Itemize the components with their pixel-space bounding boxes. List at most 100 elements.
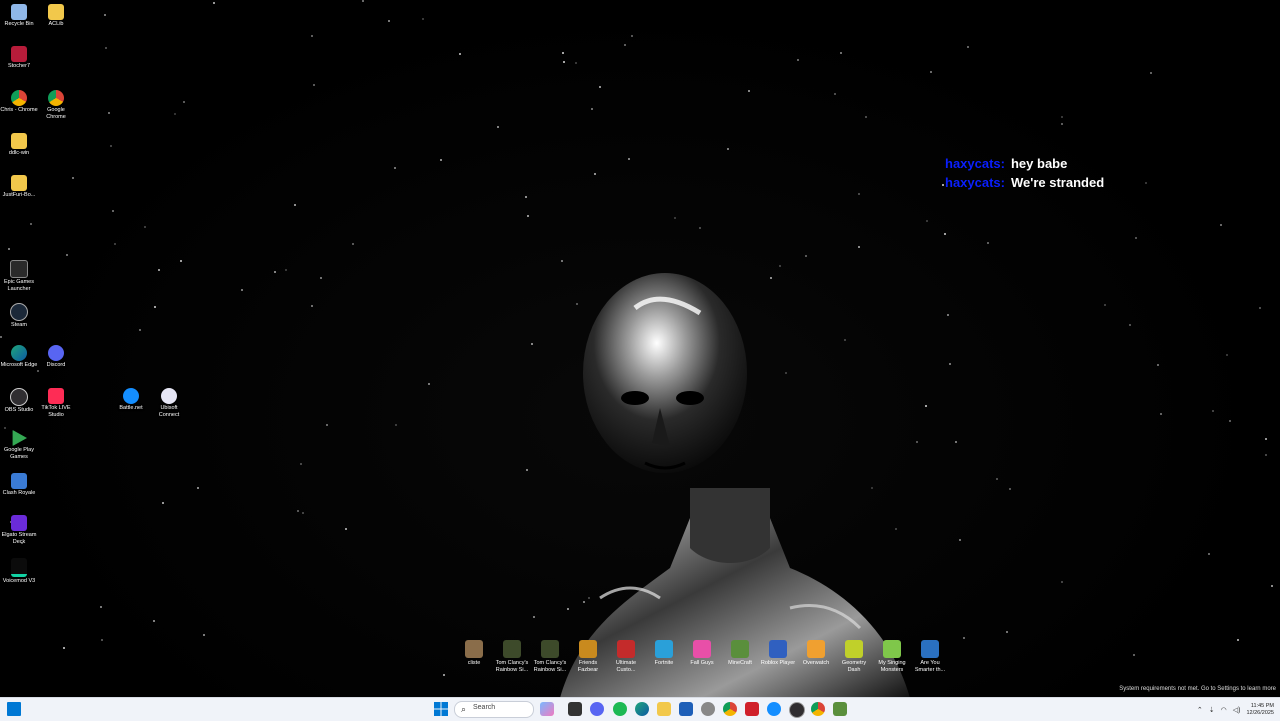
star <box>1104 304 1106 306</box>
volume-icon[interactable]: ◁) <box>1233 706 1241 714</box>
game-icon <box>883 640 901 658</box>
dock-shortcut[interactable]: Tom Clancy's Rainbow Si... <box>532 640 568 678</box>
star <box>302 512 304 514</box>
dock-shortcut[interactable]: Geometry Dash <box>836 640 872 678</box>
folder-icon <box>48 4 64 20</box>
game-icon <box>503 640 521 658</box>
search-icon: ⌕ <box>461 704 467 714</box>
star <box>203 634 205 636</box>
dock-shortcut[interactable]: Roblox Player <box>760 640 796 678</box>
show-desktop-widget-icon[interactable] <box>7 702 21 716</box>
chrome-taskbar-icon[interactable] <box>723 702 737 716</box>
dock-shortcut[interactable]: Overwatch <box>798 640 834 678</box>
star <box>4 427 6 429</box>
star <box>1135 237 1137 239</box>
star <box>311 35 313 37</box>
voicemod-icon <box>11 558 27 577</box>
desktop-icon-discord[interactable]: Discord <box>37 345 75 369</box>
star <box>1145 182 1147 184</box>
dock-shortcut[interactable]: Fortnite <box>646 640 682 678</box>
obs-icon <box>10 388 28 406</box>
obs-taskbar-icon[interactable] <box>789 702 805 718</box>
desktop-icon-justfuri[interactable]: JustFuri-Bo... <box>0 175 38 199</box>
game-icon <box>579 640 597 658</box>
system-tray: ⌃ ⇣ ◠ ◁) 11:45 PM 12/26/2025 <box>1197 700 1274 719</box>
file-explorer-icon[interactable] <box>657 702 671 716</box>
star <box>949 363 951 365</box>
star <box>527 215 529 217</box>
adobe-icon[interactable] <box>745 702 759 716</box>
desktop-icon-ubisoft[interactable]: Ubisoft Connect <box>150 388 188 419</box>
desktop-icon-chris-chrome[interactable]: Chris - Chrome <box>0 90 38 114</box>
dock-shortcut[interactable]: MineCraft <box>722 640 758 678</box>
desktop-icon-google-chrome[interactable]: Google Chrome <box>37 90 75 121</box>
star <box>104 14 106 16</box>
star <box>1229 420 1231 422</box>
dock-shortcut[interactable]: Are You Smarter th... <box>912 640 948 678</box>
discord-icon <box>48 345 64 361</box>
star <box>561 260 563 262</box>
star <box>144 226 146 228</box>
dock-shortcut[interactable]: Friends Fazbear <box>570 640 606 678</box>
star <box>352 243 354 245</box>
star <box>805 255 807 257</box>
windows-start-icon[interactable] <box>434 702 448 716</box>
wifi-icon[interactable]: ◠ <box>1221 706 1227 714</box>
star <box>158 269 160 271</box>
minecraft-taskbar-icon[interactable] <box>833 702 847 716</box>
star <box>1271 585 1273 587</box>
desktop-icon-google-play-games[interactable]: Google Play Games <box>0 430 38 461</box>
desktop-icon-obs[interactable]: OBS Studio <box>0 388 38 414</box>
discord-taskbar-icon[interactable] <box>590 702 604 716</box>
task-view-icon[interactable] <box>568 702 582 716</box>
taskbar-search[interactable]: ⌕ Search <box>454 701 534 718</box>
desktop: Recycle Bin ACLib Stocher7 Chris - Chrom… <box>0 0 1280 697</box>
dock-shortcut[interactable]: My Singing Monsters <box>874 640 910 678</box>
chat-username: haxycats: <box>945 156 1005 171</box>
game-icon <box>731 640 749 658</box>
folder-icon <box>11 133 27 149</box>
chrome-profile-taskbar-icon[interactable] <box>811 702 825 716</box>
epic-icon <box>10 260 28 278</box>
clock[interactable]: 11:45 PM 12/26/2025 <box>1246 703 1274 717</box>
edge-taskbar-icon[interactable] <box>635 702 649 716</box>
star <box>440 159 442 161</box>
desktop-icon-edge[interactable]: Microsoft Edge <box>0 345 38 369</box>
desktop-icon-aclib[interactable]: ACLib <box>37 4 75 28</box>
desktop-icon-voicemod[interactable]: Voicemod V3 <box>0 558 38 585</box>
star <box>0 336 2 338</box>
dock-shortcut[interactable]: Tom Clancy's Rainbow Si... <box>494 640 530 678</box>
desktop-icon-tiktok-live[interactable]: TikTok LIVE Studio <box>37 388 75 419</box>
star <box>944 233 946 235</box>
desktop-icon-clash-royale[interactable]: Clash Royale <box>0 473 38 497</box>
dock-shortcut[interactable]: Ultimate Custo... <box>608 640 644 678</box>
game-icon <box>693 640 711 658</box>
chevron-up-icon[interactable]: ⌃ <box>1197 706 1203 714</box>
desktop-icon-epic-games[interactable]: Epic Games Launcher <box>0 260 38 293</box>
star <box>865 116 867 118</box>
recycle-bin-icon <box>11 4 27 20</box>
desktop-icon-recycle-bin[interactable]: Recycle Bin <box>0 4 38 28</box>
download-icon[interactable]: ⇣ <box>1209 706 1215 714</box>
copilot-icon[interactable] <box>540 702 554 716</box>
star <box>533 616 535 618</box>
star <box>963 637 965 639</box>
battlenet-taskbar-icon[interactable] <box>767 702 781 716</box>
chrome-figure-wallpaper <box>560 273 910 697</box>
desktop-icon-stocher7[interactable]: Stocher7 <box>0 46 38 70</box>
desktop-icon-ddlc-win[interactable]: ddlc-win <box>0 133 38 157</box>
game-icon <box>769 640 787 658</box>
star <box>183 101 185 103</box>
star <box>1208 553 1210 555</box>
store-icon[interactable] <box>679 702 693 716</box>
star <box>594 173 596 175</box>
desktop-icon-stream-deck[interactable]: Elgato Stream Deck <box>0 515 38 546</box>
desktop-icon-battlenet[interactable]: Battle.net <box>112 388 150 412</box>
spotify-icon[interactable] <box>613 702 627 716</box>
game-icon <box>807 640 825 658</box>
app-taskbar-icon[interactable] <box>701 702 715 716</box>
desktop-icon-steam[interactable]: Steam <box>0 303 38 329</box>
dock-shortcut[interactable]: cliste <box>456 640 492 678</box>
dock-shortcut[interactable]: Fall Guys <box>684 640 720 678</box>
star <box>197 487 199 489</box>
